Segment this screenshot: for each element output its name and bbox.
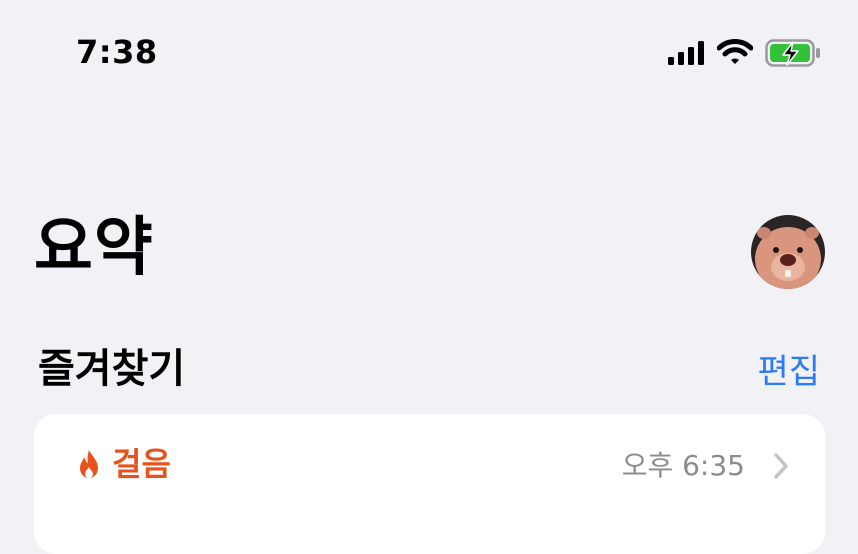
cellular-signal-icon [668,41,704,65]
status-bar: 7:38 [0,0,858,100]
card-title: 걸음 [112,445,171,483]
favorites-section-title: 즐겨찾기 [38,346,186,392]
wifi-icon [717,39,753,64]
edit-button[interactable]: 편집 [757,348,820,396]
page-title: 요약 [34,211,154,285]
profile-avatar-icon [751,215,825,289]
chevron-right-icon [774,453,788,479]
battery-charging-icon [765,39,820,67]
avatar[interactable] [751,215,825,289]
card-header: 걸음 [78,442,171,486]
status-time: 7:38 [76,33,158,71]
flame-icon [80,450,98,478]
card-timestamp: 오후 6:35 [621,449,745,482]
steps-card[interactable]: 걸음 오후 6:35 [34,414,825,554]
